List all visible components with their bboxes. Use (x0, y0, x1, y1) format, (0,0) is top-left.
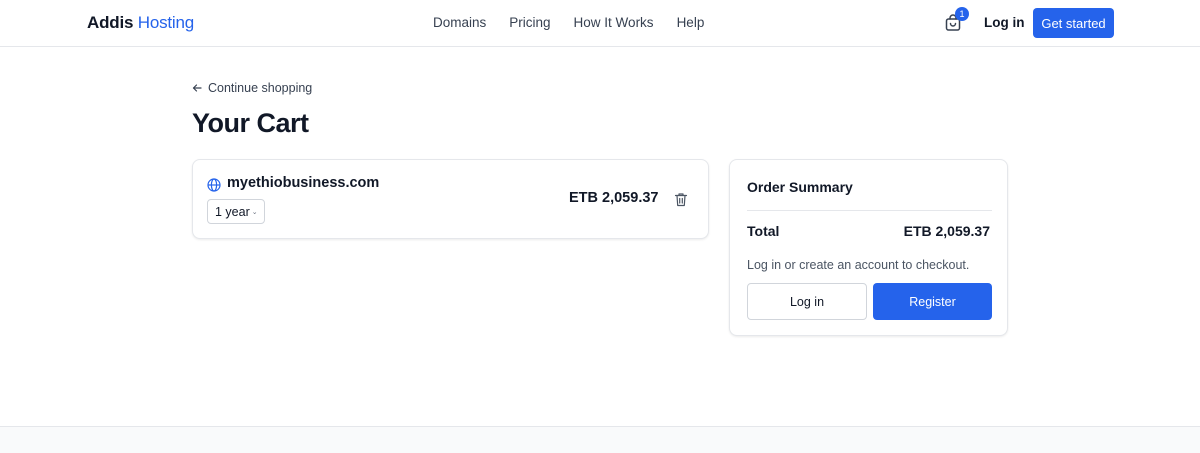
nav-link-help[interactable]: Help (677, 15, 705, 30)
brand-logo[interactable]: Addis Hosting (87, 13, 194, 33)
period-select[interactable]: 1 year ⌄ (207, 199, 265, 224)
get-started-button[interactable]: Get started (1033, 8, 1114, 38)
footer (0, 426, 1200, 453)
header-login-link[interactable]: Log in (984, 15, 1025, 30)
period-select-value: 1 year (215, 204, 250, 219)
register-button[interactable]: Register (873, 283, 992, 320)
summary-login-button[interactable]: Log in (747, 283, 867, 320)
logo-text-accent: Hosting (137, 13, 195, 32)
arrow-left-icon (192, 84, 202, 92)
total-value: ETB 2,059.37 (903, 223, 990, 239)
order-summary-card: Order Summary Total ETB 2,059.37 Log in … (729, 159, 1008, 336)
continue-shopping-label: Continue shopping (208, 81, 313, 95)
chevron-down-icon: ⌄ (251, 209, 258, 216)
order-summary-title: Order Summary (747, 179, 853, 195)
top-navbar: Addis Hosting Domains Pricing How It Wor… (0, 0, 1200, 47)
logo-text-primary: Addis (87, 13, 134, 32)
trash-icon[interactable] (674, 192, 688, 207)
globe-icon (207, 178, 221, 192)
total-label: Total (747, 223, 780, 239)
cart-item-card: myethiobusiness.com 1 year ⌄ ETB 2,059.3… (192, 159, 709, 239)
nav-link-pricing[interactable]: Pricing (509, 15, 550, 30)
cart-item-domain: myethiobusiness.com (227, 175, 380, 191)
cart-item-price: ETB 2,059.37 (569, 190, 659, 206)
checkout-note: Log in or create an account to checkout. (747, 258, 970, 272)
summary-divider (747, 210, 992, 211)
nav-link-how-it-works[interactable]: How It Works (574, 15, 654, 30)
page-title: Your Cart (192, 108, 309, 138)
nav-link-domains[interactable]: Domains (433, 15, 486, 30)
continue-shopping-link[interactable]: Continue shopping (192, 81, 312, 95)
cart-count-badge: 1 (955, 7, 969, 21)
main-nav: Domains Pricing How It Works Help (433, 15, 704, 30)
